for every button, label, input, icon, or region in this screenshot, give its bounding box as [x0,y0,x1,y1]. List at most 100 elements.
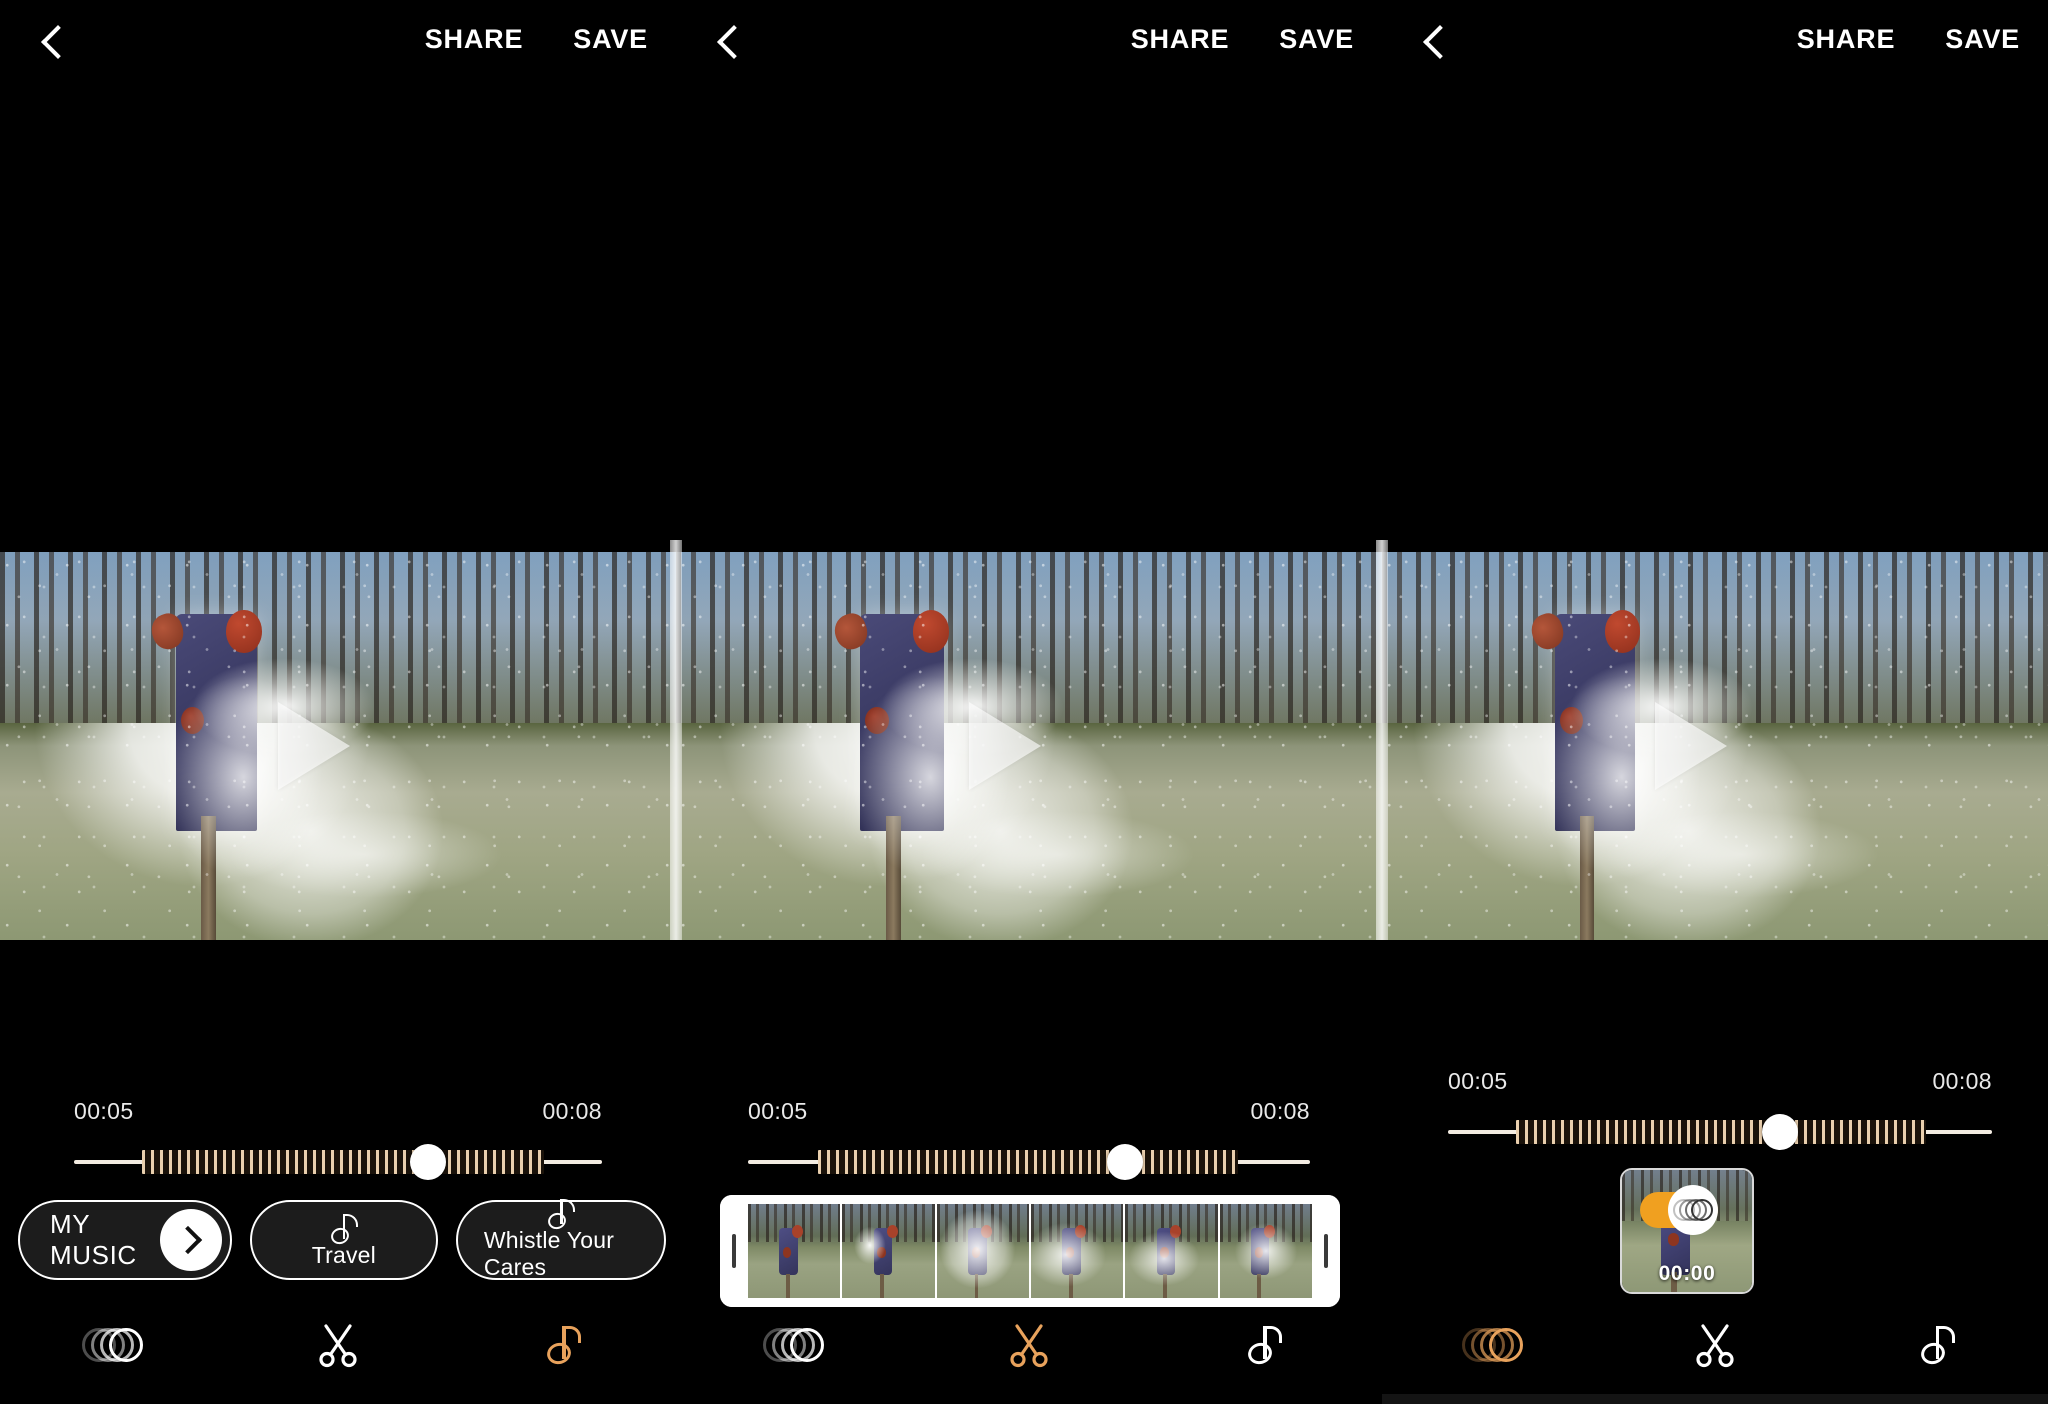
music-track-whistle-your-cares[interactable]: Whistle Your Cares [455,1199,666,1280]
play-triangle-icon[interactable] [1655,702,1727,790]
timeline-end-time: 00:08 [1932,1068,1992,1094]
top-actions: SHARE SAVE [1129,20,1356,59]
timeline-track[interactable] [748,1142,1310,1182]
timeline-ticks [818,1150,1238,1174]
filmstrip-frame[interactable] [748,1204,843,1298]
filmstrip[interactable] [720,1195,1340,1307]
music-note-icon [328,1212,358,1246]
timeline-end-time: 00:08 [542,1098,602,1124]
timeline-ticks [142,1150,544,1174]
timeline-start-time: 00:05 [1448,1068,1508,1094]
filter-rings-icon [81,1327,144,1363]
top-actions: SHARE SAVE [1795,20,2022,59]
bottom-toolbar [676,1308,1382,1382]
music-track-travel[interactable]: Travel [249,1200,438,1280]
red-ball [1605,610,1640,653]
timeline-knob[interactable] [409,1144,446,1180]
filmstrip-frame[interactable] [1125,1204,1220,1298]
trim-tool-button[interactable] [278,1308,398,1382]
chevron-left-icon [1423,25,1457,59]
save-button[interactable]: SAVE [1277,20,1356,59]
play-triangle-icon[interactable] [278,702,350,790]
filter-rings-icon [762,1327,825,1363]
filmstrip-frame[interactable] [842,1204,937,1298]
back-button[interactable] [1412,14,1468,70]
bottom-toolbar [0,1308,676,1382]
music-tool-button[interactable] [1204,1308,1324,1382]
timeline-knob[interactable] [1761,1114,1798,1150]
trim-tool-button[interactable] [1655,1308,1775,1382]
wooden-post [886,815,902,940]
filter-toggle-knob[interactable] [1668,1185,1718,1235]
filter-tool-button[interactable] [734,1308,854,1382]
tree-line [676,552,1382,723]
timeline-end-time: 00:08 [1250,1098,1310,1124]
red-ball [912,610,950,653]
music-options-row: MY MUSIC Travel Whistle Your Cares [18,1199,666,1280]
scissors-icon [1696,1324,1734,1368]
share-button[interactable]: SHARE [1129,20,1232,59]
back-button[interactable] [706,14,762,70]
trim-handle-right-icon[interactable] [1312,1195,1340,1307]
save-button[interactable]: SAVE [571,20,650,59]
filter-tool-button[interactable] [53,1308,173,1382]
music-note-icon [544,1326,582,1367]
wooden-post [1580,815,1595,940]
trim-tool-button[interactable] [969,1308,1089,1382]
filmstrip-frames [748,1195,1312,1307]
music-tool-button[interactable] [1877,1308,1997,1382]
timeline-start-time: 00:05 [74,1098,134,1124]
filter-rings-icon [1462,1327,1524,1363]
wooden-post [201,815,216,940]
chevron-left-icon [41,25,75,59]
tree-line [0,552,676,723]
thumbnail-time-label: 00:00 [1658,1262,1716,1285]
tree-line [1382,552,2048,723]
scissors-icon [319,1324,357,1368]
top-bar: SHARE SAVE [0,0,676,92]
share-button[interactable]: SHARE [1795,20,1898,59]
top-bar: SHARE SAVE [676,0,1382,92]
bottom-toolbar [1382,1308,2048,1382]
nav-sliver [1382,1394,2048,1404]
filter-preset-thumbnail[interactable]: 00:00 [1620,1168,1754,1294]
filmstrip-frame[interactable] [1030,1204,1126,1298]
music-track-label: Travel [311,1241,376,1268]
panel-music: SHARE SAVE 00:05 00:08 MY MUSIC Travel W… [0,0,676,1404]
timeline-track[interactable] [1448,1112,1992,1152]
back-button[interactable] [30,14,86,70]
play-triangle-icon[interactable] [969,702,1041,790]
timeline-slider: 00:05 00:08 [748,1098,1310,1182]
timeline-knob[interactable] [1106,1144,1143,1180]
timeline-ticks [1516,1120,1926,1144]
music-track-label: Whistle Your Cares [483,1227,615,1280]
music-note-icon [1918,1326,1955,1367]
music-note-icon [1245,1326,1283,1367]
red-ball [226,610,262,653]
share-button[interactable]: SHARE [423,20,526,59]
filmstrip-frame[interactable] [1219,1204,1312,1298]
video-preview[interactable] [1382,552,2048,940]
filter-rings-icon [1673,1198,1713,1222]
trim-handle-left-icon[interactable] [720,1195,748,1307]
video-preview[interactable] [676,552,1382,940]
filter-tool-button[interactable] [1433,1308,1553,1382]
top-actions: SHARE SAVE [423,20,650,59]
timeline-slider: 00:05 00:08 [74,1098,602,1182]
top-bar: SHARE SAVE [1382,0,2048,92]
timeline-times: 00:05 00:08 [748,1098,1310,1132]
scissors-icon [1010,1324,1048,1368]
music-tool-button[interactable] [503,1308,623,1382]
video-preview[interactable] [0,552,676,940]
save-button[interactable]: SAVE [1943,20,2022,59]
music-note-icon [546,1199,575,1232]
my-music-label: MY MUSIC [50,1209,137,1270]
timeline-times: 00:05 00:08 [1448,1068,1992,1102]
timeline-start-time: 00:05 [748,1098,808,1124]
chevron-right-icon[interactable] [159,1209,222,1271]
timeline-slider: 00:05 00:08 [1448,1068,1992,1152]
my-music-button[interactable]: MY MUSIC [18,1200,232,1280]
timeline-track[interactable] [74,1142,602,1182]
filmstrip-frame[interactable] [936,1204,1031,1298]
chevron-left-icon [717,25,751,59]
